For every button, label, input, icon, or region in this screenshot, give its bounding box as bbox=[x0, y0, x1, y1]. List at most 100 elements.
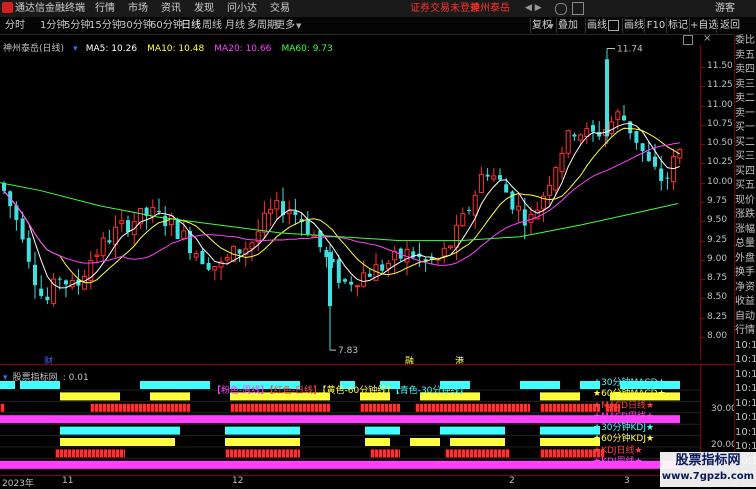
candle[interactable] bbox=[380, 259, 385, 274]
candle[interactable] bbox=[26, 230, 31, 269]
candle[interactable] bbox=[144, 206, 149, 230]
chart-close-icon[interactable]: × bbox=[703, 33, 711, 44]
side-item[interactable]: 现价 bbox=[735, 194, 756, 209]
f10-button[interactable]: F10 bbox=[644, 18, 667, 33]
candle[interactable] bbox=[478, 166, 484, 194]
draw-toggle-button[interactable]: 画线 bbox=[622, 18, 645, 33]
candle[interactable] bbox=[491, 168, 497, 182]
candle[interactable] bbox=[597, 121, 602, 141]
candle[interactable] bbox=[553, 165, 559, 195]
candle[interactable] bbox=[274, 191, 280, 221]
tab-fenshi[interactable]: 分时 bbox=[5, 17, 25, 34]
high-spike-candle[interactable] bbox=[605, 48, 609, 145]
candle[interactable] bbox=[547, 176, 553, 206]
candle[interactable] bbox=[622, 104, 626, 122]
candle[interactable] bbox=[193, 250, 199, 262]
candle[interactable] bbox=[8, 190, 13, 219]
candle[interactable] bbox=[609, 116, 615, 137]
menu-item-jiaoyi[interactable]: 交易 bbox=[270, 0, 290, 17]
side-item[interactable]: 委比 bbox=[735, 34, 756, 49]
tab-weekly[interactable]: 周线 bbox=[202, 17, 222, 34]
side-item[interactable]: 卖四 bbox=[735, 63, 756, 78]
candle[interactable] bbox=[392, 246, 398, 273]
candle[interactable] bbox=[69, 273, 75, 291]
event-marker-margin[interactable]: 融 bbox=[405, 354, 414, 367]
back-button[interactable]: 返回 bbox=[716, 18, 743, 33]
candle[interactable] bbox=[88, 251, 94, 290]
candle[interactable] bbox=[305, 211, 310, 237]
user-label[interactable]: 游客 bbox=[715, 0, 735, 17]
tab-daily[interactable]: 日线 bbox=[181, 17, 201, 34]
candle[interactable] bbox=[188, 227, 192, 260]
menu-item-shichang[interactable]: 市场 bbox=[128, 0, 148, 17]
candle[interactable] bbox=[33, 251, 37, 299]
side-item[interactable]: 卖三 bbox=[735, 78, 756, 93]
indicator-toggle-icon[interactable] bbox=[608, 20, 619, 31]
candle[interactable] bbox=[94, 249, 100, 264]
side-item[interactable]: 买三 bbox=[735, 150, 756, 165]
candle[interactable] bbox=[318, 230, 323, 253]
overlay-button[interactable]: 叠加 bbox=[556, 18, 579, 33]
candle[interactable] bbox=[137, 207, 143, 229]
more-dropdown-icon[interactable]: ▼ bbox=[296, 22, 301, 30]
side-item[interactable]: 收益 bbox=[735, 295, 756, 310]
tab-5min[interactable]: 5分钟 bbox=[64, 17, 90, 34]
side-item[interactable]: 总量 bbox=[735, 237, 756, 252]
draw-line-button[interactable]: 画线 bbox=[585, 18, 608, 33]
candle[interactable] bbox=[293, 198, 298, 225]
candle[interactable] bbox=[423, 257, 428, 272]
candle[interactable] bbox=[559, 146, 565, 180]
candle[interactable] bbox=[516, 192, 522, 223]
settings-icon[interactable] bbox=[555, 3, 567, 15]
candle[interactable] bbox=[447, 244, 453, 250]
candle[interactable] bbox=[100, 231, 106, 262]
candle[interactable] bbox=[281, 187, 285, 223]
candle[interactable] bbox=[460, 207, 466, 227]
side-item[interactable]: 买四 bbox=[735, 165, 756, 180]
side-item[interactable]: 卖二 bbox=[735, 92, 756, 107]
candle[interactable] bbox=[268, 198, 274, 226]
candle[interactable] bbox=[119, 210, 125, 233]
candle[interactable] bbox=[218, 257, 224, 280]
candle[interactable] bbox=[354, 284, 360, 297]
side-item[interactable]: 涨幅 bbox=[735, 223, 756, 238]
candle[interactable] bbox=[540, 192, 546, 223]
candle[interactable] bbox=[261, 200, 267, 238]
candle[interactable] bbox=[634, 130, 639, 150]
candle[interactable] bbox=[429, 253, 434, 265]
event-marker-hk[interactable]: 港 bbox=[455, 354, 464, 367]
candle[interactable] bbox=[498, 168, 502, 181]
candle[interactable] bbox=[181, 219, 187, 241]
candle[interactable] bbox=[126, 215, 130, 237]
side-item[interactable]: 涨跌 bbox=[735, 208, 756, 223]
candle[interactable] bbox=[299, 212, 304, 236]
candle[interactable] bbox=[286, 200, 292, 225]
tab-60min[interactable]: 60分钟 bbox=[150, 17, 183, 34]
nav-arrows-icon[interactable]: ◀ ▶ bbox=[525, 3, 542, 13]
candle[interactable] bbox=[584, 122, 590, 144]
side-item[interactable]: 换手 bbox=[735, 266, 756, 281]
candle[interactable] bbox=[311, 230, 317, 238]
low-spike-candle[interactable] bbox=[328, 244, 332, 351]
candle[interactable] bbox=[591, 120, 595, 142]
restore-window-icon[interactable] bbox=[683, 35, 693, 45]
side-item[interactable]: 净资 bbox=[735, 281, 756, 296]
tab-monthly[interactable]: 月线 bbox=[225, 17, 245, 34]
candle[interactable] bbox=[441, 241, 447, 264]
candle[interactable] bbox=[349, 276, 354, 292]
candle[interactable] bbox=[485, 167, 490, 181]
tab-1min[interactable]: 1分钟 bbox=[40, 17, 66, 34]
side-item[interactable]: 自动 bbox=[735, 310, 756, 325]
fuquan-dropdown-icon[interactable]: ▼ bbox=[549, 23, 554, 30]
tab-30min[interactable]: 30分钟 bbox=[120, 17, 153, 34]
add-watchlist-button[interactable]: +自选 bbox=[689, 18, 718, 33]
mark-button[interactable]: 标记 bbox=[666, 18, 689, 33]
side-item[interactable]: 买一 bbox=[735, 121, 756, 136]
menu-item-wenxiaoda[interactable]: 问小达 bbox=[227, 0, 257, 17]
candle[interactable] bbox=[343, 277, 347, 284]
candle[interactable] bbox=[45, 287, 50, 305]
screen-icon[interactable] bbox=[572, 2, 584, 15]
side-item[interactable]: 买五 bbox=[735, 179, 756, 194]
candle[interactable] bbox=[113, 215, 119, 259]
side-item[interactable]: 买二 bbox=[735, 136, 756, 151]
